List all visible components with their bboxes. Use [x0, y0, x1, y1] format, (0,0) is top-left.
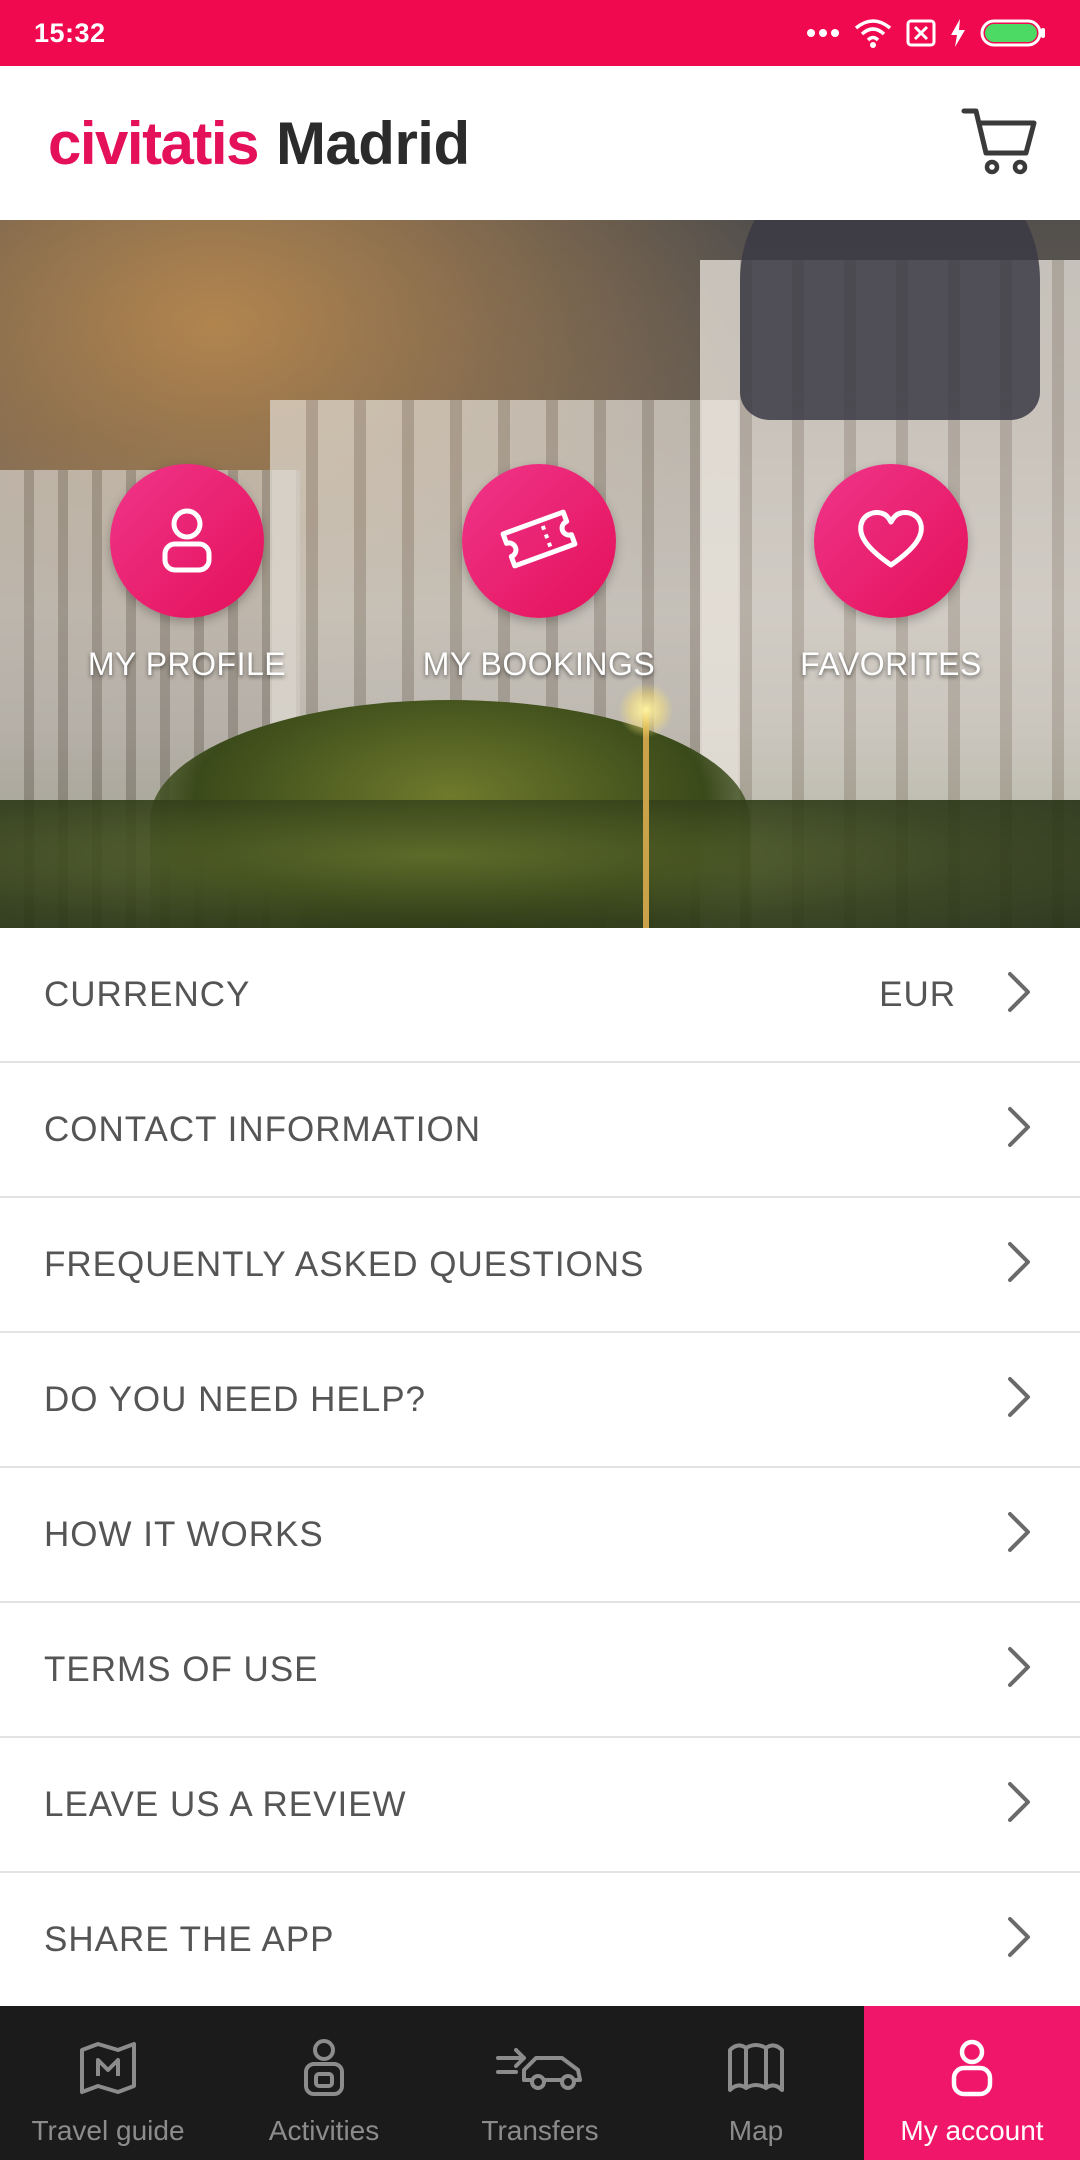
hero-actions: MY PROFILE MY BOOKINGS FAVORITES — [0, 464, 1080, 694]
brand[interactable]: civitatis Madrid — [48, 109, 470, 178]
brand-city: Madrid — [275, 109, 470, 177]
menu-item-terms-of-use[interactable]: TERMS OF USE — [0, 1603, 1080, 1738]
currency-value: EUR — [879, 974, 956, 1014]
favorites-label: FAVORITES — [800, 646, 982, 682]
hero-trees — [0, 800, 1080, 928]
menu-item-help[interactable]: DO YOU NEED HELP? — [0, 1333, 1080, 1468]
transfer-car-icon — [494, 2036, 586, 2105]
wifi-icon — [854, 18, 892, 48]
no-sim-icon — [906, 19, 936, 47]
menu-item-label: LEAVE US A REVIEW — [44, 1784, 407, 1824]
map-pin-icon — [76, 2036, 140, 2105]
activities-icon — [292, 2036, 356, 2105]
chevron-right-icon — [1006, 970, 1032, 1019]
menu-item-how-it-works[interactable]: HOW IT WORKS — [0, 1468, 1080, 1603]
status-time: 15:32 — [34, 17, 106, 48]
nav-label: Map — [728, 2115, 784, 2146]
my-bookings-button[interactable]: MY BOOKINGS — [379, 464, 699, 694]
menu-item-label: TERMS OF USE — [44, 1649, 319, 1689]
nav-my-account[interactable]: My account — [864, 2006, 1080, 2160]
chevron-right-icon — [1006, 1375, 1032, 1424]
chevron-right-icon — [1006, 1645, 1032, 1694]
my-bookings-circle — [462, 464, 616, 618]
chevron-right-icon — [1006, 1240, 1032, 1289]
hero-street-lamp — [643, 708, 649, 928]
hero-dome — [740, 220, 1040, 420]
nav-label: Travel guide — [31, 2115, 185, 2146]
menu-item-label: CURRENCY — [44, 974, 251, 1014]
bottom-nav: Travel guide Activities Transfers Map My… — [0, 2006, 1080, 2160]
menu-item-label: CONTACT INFORMATION — [44, 1109, 482, 1149]
more-dots-icon — [806, 27, 840, 39]
cart-button[interactable] — [958, 101, 1042, 185]
nav-label: Transfers — [481, 2115, 599, 2146]
chevron-right-icon — [1006, 1105, 1032, 1154]
chevron-right-icon — [1006, 1780, 1032, 1829]
nav-activities[interactable]: Activities — [216, 2006, 432, 2160]
user-icon — [155, 504, 219, 579]
status-icons — [806, 18, 1046, 48]
settings-menu: CURRENCY EUR CONTACT INFORMATION FREQUEN… — [0, 928, 1080, 2008]
hero-banner: MY PROFILE MY BOOKINGS FAVORITES — [0, 220, 1080, 928]
nav-map[interactable]: Map — [648, 2006, 864, 2160]
menu-item-label: SHARE THE APP — [44, 1919, 335, 1959]
menu-item-label: FREQUENTLY ASKED QUESTIONS — [44, 1244, 645, 1284]
account-icon — [940, 2036, 1004, 2105]
ticket-icon — [497, 506, 581, 577]
nav-label: My account — [900, 2115, 1044, 2146]
heart-icon — [855, 507, 927, 576]
menu-item-contact-information[interactable]: CONTACT INFORMATION — [0, 1063, 1080, 1198]
my-bookings-label: MY BOOKINGS — [422, 646, 656, 682]
favorites-button[interactable]: FAVORITES — [731, 464, 1051, 694]
battery-icon — [980, 19, 1046, 47]
menu-item-currency[interactable]: CURRENCY EUR — [0, 928, 1080, 1063]
menu-item-faq[interactable]: FREQUENTLY ASKED QUESTIONS — [0, 1198, 1080, 1333]
my-profile-label: MY PROFILE — [87, 646, 287, 682]
menu-item-share-app[interactable]: SHARE THE APP — [0, 1873, 1080, 2008]
my-profile-circle — [110, 464, 264, 618]
app-header: civitatis Madrid — [0, 66, 1080, 220]
cart-icon — [960, 101, 1040, 186]
nav-travel-guide[interactable]: Travel guide — [0, 2006, 216, 2160]
charging-icon — [950, 19, 966, 47]
status-bar: 15:32 — [0, 0, 1080, 66]
nav-transfers[interactable]: Transfers — [432, 2006, 648, 2160]
favorites-circle — [814, 464, 968, 618]
menu-item-label: DO YOU NEED HELP? — [44, 1379, 427, 1419]
nav-label: Activities — [268, 2115, 380, 2146]
menu-item-leave-review[interactable]: LEAVE US A REVIEW — [0, 1738, 1080, 1873]
chevron-right-icon — [1006, 1915, 1032, 1964]
my-profile-button[interactable]: MY PROFILE — [27, 464, 347, 694]
chevron-right-icon — [1006, 1510, 1032, 1559]
menu-item-label: HOW IT WORKS — [44, 1514, 324, 1554]
brand-logo: civitatis — [48, 109, 259, 177]
map-icon — [724, 2036, 788, 2105]
menu-item-right: EUR — [879, 970, 1032, 1019]
